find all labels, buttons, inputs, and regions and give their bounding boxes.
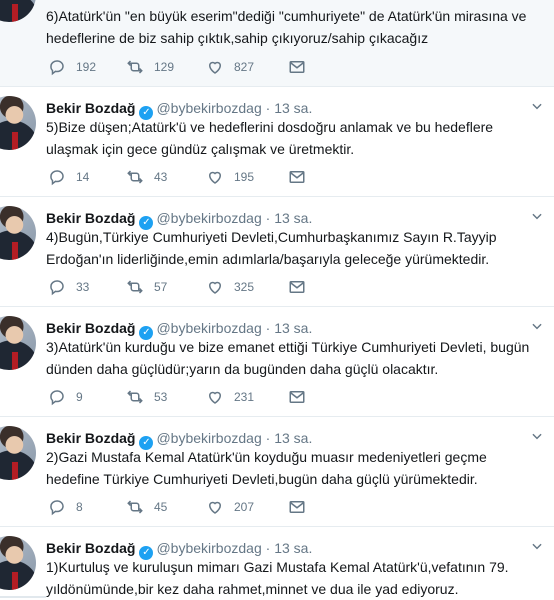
author-handle[interactable]: @bybekirbozdag	[156, 540, 261, 556]
avatar[interactable]	[0, 206, 36, 260]
like-count: 195	[234, 170, 255, 184]
like-button[interactable]: 231	[206, 387, 254, 407]
chevron-down-icon[interactable]	[530, 99, 544, 113]
reply-button[interactable]: 14	[48, 167, 89, 187]
like-icon	[208, 61, 222, 74]
reply-icon	[50, 500, 64, 516]
direct-message-button[interactable]	[288, 167, 316, 187]
author-name[interactable]: Bekir Bozdağ	[46, 100, 135, 116]
tweet[interactable]: Bekir Bozdağ ✓ @bybekirbozdag · 13 sa. 3)A…	[0, 307, 554, 417]
like-button[interactable]: 827	[206, 57, 254, 77]
avatar[interactable]	[0, 536, 36, 590]
tweet[interactable]: Bekir Bozdağ ✓ @bybekirbozdag · 13 sa. 2)G…	[0, 417, 554, 527]
author-handle[interactable]: @bybekirbozdag	[156, 320, 261, 336]
tweet[interactable]: Bekir Bozdağ ✓ @bybekirbozdag · 13 sa. 5)B…	[0, 87, 554, 197]
message-icon	[289, 391, 305, 403]
direct-message-button[interactable]	[288, 277, 316, 297]
tweet-text: 2)Gazi Mustafa Kemal Atatürk'ün koyduğu …	[46, 449, 487, 487]
chevron-down-icon[interactable]	[530, 319, 544, 333]
tweet-time[interactable]: · 13 sa.	[266, 540, 313, 556]
tweet[interactable]: Bekir Bozdağ ✓ @bybekirbozdag · 13 sa. 1)K…	[0, 527, 554, 599]
like-button[interactable]: 195	[206, 167, 254, 187]
direct-message-button[interactable]	[288, 387, 316, 407]
reply-icon	[50, 170, 64, 186]
reply-count: 9	[76, 390, 83, 404]
tweet-text: 1)Kurtuluş ve kuruluşun mimarı Gazi Must…	[46, 559, 509, 597]
author-name[interactable]: Bekir Bozdağ	[46, 540, 135, 556]
chevron-down-icon[interactable]	[530, 429, 544, 443]
avatar[interactable]	[0, 316, 36, 370]
like-count: 207	[234, 500, 255, 514]
retweet-button[interactable]: 43	[126, 167, 167, 187]
retweet-icon	[127, 280, 143, 294]
reply-count: 192	[76, 60, 97, 74]
reply-button[interactable]: 192	[48, 57, 96, 77]
retweet-count: 45	[154, 500, 168, 514]
avatar[interactable]	[0, 0, 36, 22]
retweet-icon	[127, 500, 143, 514]
message-icon	[289, 171, 305, 183]
reply-icon	[50, 60, 64, 76]
retweet-icon	[127, 390, 143, 404]
direct-message-button[interactable]	[288, 497, 316, 517]
like-icon	[208, 391, 222, 404]
tweet-text: 4)Bugün,Türkiye Cumhuriyeti Devleti,Cumh…	[46, 229, 497, 267]
reply-button[interactable]: 33	[48, 277, 89, 297]
tweet[interactable]: Bekir Bozdağ ✓ @bybekirbozdag · 13 sa. 4)B…	[0, 197, 554, 307]
tweet-actions: 14 43 195	[46, 167, 316, 187]
like-icon	[208, 501, 222, 514]
tweet[interactable]: 6)Atatürk'ün "en büyük eserim"dediği "cu…	[0, 0, 554, 87]
tweet-time[interactable]: · 13 sa.	[266, 210, 313, 226]
tweet-time[interactable]: · 13 sa.	[266, 100, 313, 116]
tweet-time[interactable]: · 13 sa.	[266, 430, 313, 446]
retweet-button[interactable]: 45	[126, 497, 167, 517]
tweet-text: 3)Atatürk'ün kurduğu ve bize emanet etti…	[46, 339, 530, 377]
tweet-actions: 192 129 827	[46, 57, 316, 77]
reply-count: 14	[76, 170, 90, 184]
retweet-count: 43	[154, 170, 168, 184]
reply-button[interactable]: 9	[48, 387, 83, 407]
chevron-down-icon[interactable]	[530, 209, 544, 223]
author-handle[interactable]: @bybekirbozdag	[156, 210, 261, 226]
reply-icon	[50, 390, 64, 406]
message-icon	[289, 281, 305, 293]
avatar[interactable]	[0, 426, 36, 480]
like-count: 231	[234, 390, 255, 404]
direct-message-button[interactable]	[288, 57, 316, 77]
reply-count: 33	[76, 280, 90, 294]
like-button[interactable]: 207	[206, 497, 254, 517]
avatar[interactable]	[0, 96, 36, 150]
tweet-text: 6)Atatürk'ün "en büyük eserim"dediği "cu…	[46, 8, 527, 46]
tweet-time[interactable]: · 13 sa.	[266, 320, 313, 336]
retweet-count: 53	[154, 390, 168, 404]
author-name[interactable]: Bekir Bozdağ	[46, 430, 135, 446]
retweet-count: 129	[154, 60, 175, 74]
divider	[0, 596, 46, 598]
tweet-actions: 33 57 325	[46, 277, 316, 297]
reply-count: 8	[76, 500, 83, 514]
tweet-text: 5)Bize düşen;Atatürk'ü ve hedeflerini do…	[46, 119, 494, 157]
like-button[interactable]: 325	[206, 277, 254, 297]
author-name[interactable]: Bekir Bozdağ	[46, 210, 135, 226]
retweet-button[interactable]: 53	[126, 387, 167, 407]
reply-button[interactable]: 8	[48, 497, 83, 517]
like-count: 325	[234, 280, 255, 294]
retweet-button[interactable]: 57	[126, 277, 167, 297]
like-icon	[208, 171, 222, 184]
author-handle[interactable]: @bybekirbozdag	[156, 430, 261, 446]
author-handle[interactable]: @bybekirbozdag	[156, 100, 261, 116]
tweet-actions: 9 53 231	[46, 387, 316, 407]
like-count: 827	[234, 60, 255, 74]
message-icon	[289, 61, 305, 73]
like-icon	[208, 281, 222, 294]
author-name[interactable]: Bekir Bozdağ	[46, 320, 135, 336]
reply-icon	[50, 280, 64, 296]
chevron-down-icon[interactable]	[530, 539, 544, 553]
retweet-icon	[127, 170, 143, 184]
message-icon	[289, 501, 305, 513]
retweet-count: 57	[154, 280, 168, 294]
retweet-icon	[127, 60, 143, 74]
tweet-actions: 8 45 207	[46, 497, 316, 517]
retweet-button[interactable]: 129	[126, 57, 174, 77]
